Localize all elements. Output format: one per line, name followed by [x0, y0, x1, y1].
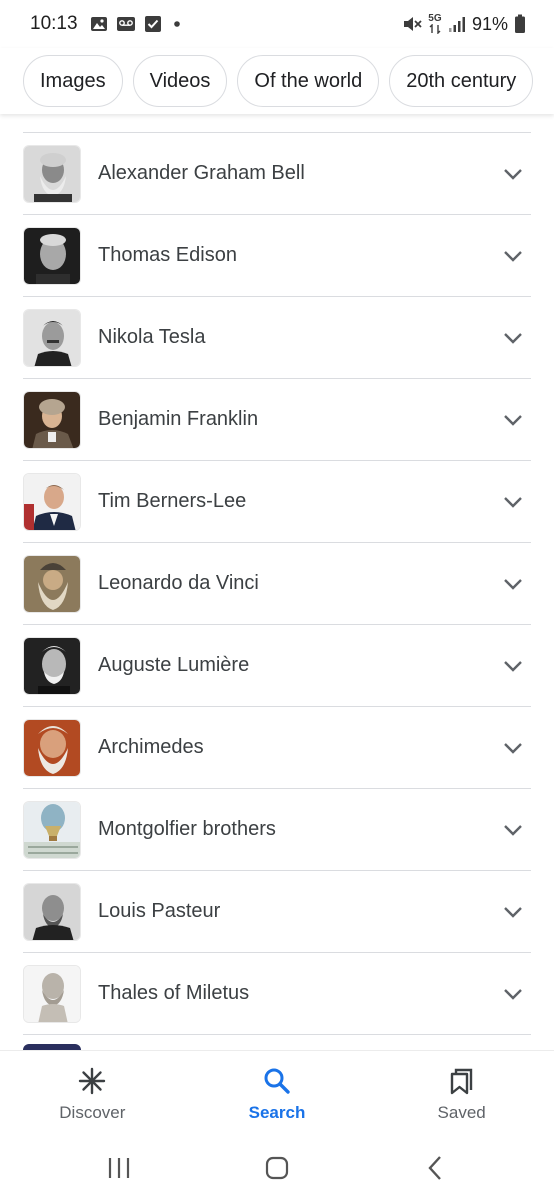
- result-name: Nikola Tesla: [98, 326, 206, 348]
- chevron-down-icon[interactable]: [501, 900, 525, 924]
- nav-label: Saved: [437, 1102, 486, 1122]
- portrait-thumbnail: [23, 472, 81, 531]
- nav-saved[interactable]: Saved: [382, 1065, 542, 1123]
- list-item[interactable]: Nikola Tesla: [23, 297, 531, 379]
- system-navigation-bar: [0, 1136, 554, 1200]
- battery-icon: [514, 14, 526, 34]
- result-name: Leonardo da Vinci: [98, 572, 259, 594]
- search-results-screen: 10:13 5G 91% Images Videos Of the world …: [0, 0, 554, 1200]
- battery-percent: 91%: [471, 13, 508, 34]
- result-name: Montgolfier brothers: [98, 818, 276, 840]
- portrait-thumbnail: [23, 718, 81, 777]
- status-bar: 10:13 5G 91%: [0, 0, 554, 48]
- chip-label: Videos: [149, 69, 211, 92]
- result-name: Alexander Graham Bell: [98, 162, 305, 184]
- chevron-down-icon[interactable]: [501, 654, 525, 678]
- list-item[interactable]: Auguste Lumière: [23, 625, 531, 707]
- result-name: Louis Pasteur: [98, 900, 221, 922]
- gallery-notification-icon: [90, 15, 108, 33]
- recent-apps-icon[interactable]: [89, 1148, 149, 1188]
- task-check-icon: [144, 15, 162, 33]
- result-name: Benjamin Franklin: [98, 408, 259, 430]
- result-name: Auguste Lumière: [98, 654, 250, 676]
- chevron-down-icon[interactable]: [501, 982, 525, 1006]
- status-right: 5G 91%: [402, 14, 526, 35]
- asterisk-icon: [77, 1065, 107, 1097]
- bookmarks-icon: [447, 1065, 477, 1097]
- list-item[interactable]: Benjamin Franklin: [23, 379, 531, 461]
- nav-label: Discover: [59, 1102, 126, 1122]
- mute-icon: [402, 15, 422, 33]
- list-item[interactable]: Leonardo da Vinci: [23, 543, 531, 625]
- voicemail-notification-icon: [116, 15, 136, 33]
- chevron-down-icon[interactable]: [501, 326, 525, 350]
- list-item[interactable]: Alexander Graham Bell: [23, 133, 531, 215]
- bust-thumbnail: [23, 964, 81, 1023]
- more-notifications-dot-icon: [170, 17, 184, 31]
- list-item[interactable]: Thales of Miletus: [23, 953, 531, 1035]
- signal-strength-icon: [448, 15, 466, 33]
- chevron-down-icon[interactable]: [501, 818, 525, 842]
- list-item[interactable]: Thomas Edison: [23, 215, 531, 297]
- search-icon: [262, 1065, 292, 1097]
- status-left: 10:13: [30, 13, 184, 35]
- chip-label: Of the world: [254, 69, 363, 92]
- balloon-illustration-thumbnail: [23, 800, 81, 859]
- result-name: Archimedes: [98, 736, 204, 758]
- home-icon[interactable]: [247, 1148, 307, 1188]
- nav-label: Search: [248, 1102, 306, 1122]
- chevron-down-icon[interactable]: [501, 736, 525, 760]
- result-name: Thomas Edison: [98, 244, 237, 266]
- result-name: Tim Berners-Lee: [98, 490, 247, 512]
- chip-images[interactable]: Images: [23, 55, 123, 107]
- list-item[interactable]: Louis Pasteur: [23, 871, 531, 953]
- portrait-thumbnail: [23, 144, 81, 203]
- list-item[interactable]: Montgolfier brothers: [23, 789, 531, 871]
- network-5g-icon: 5G: [428, 14, 442, 34]
- chip-label: 20th century: [406, 69, 517, 92]
- portrait-thumbnail: [23, 226, 81, 285]
- bottom-navigation: Discover Search Saved: [0, 1050, 554, 1136]
- chip-videos[interactable]: Videos: [132, 55, 228, 107]
- status-time: 10:13: [30, 13, 78, 34]
- chevron-down-icon[interactable]: [501, 490, 525, 514]
- nav-discover[interactable]: Discover: [12, 1065, 172, 1123]
- filter-chip-row: Images Videos Of the world 20th century: [0, 48, 554, 114]
- portrait-thumbnail: [23, 636, 81, 695]
- portrait-thumbnail: [23, 882, 81, 941]
- back-icon[interactable]: [405, 1148, 465, 1188]
- portrait-thumbnail: [23, 554, 81, 613]
- chip-20th-century[interactable]: 20th century: [389, 55, 534, 107]
- nav-search[interactable]: Search: [197, 1065, 357, 1123]
- chevron-down-icon[interactable]: [501, 244, 525, 268]
- chip-label: Images: [40, 69, 106, 92]
- chevron-down-icon[interactable]: [501, 408, 525, 432]
- list-item[interactable]: Archimedes: [23, 707, 531, 789]
- portrait-thumbnail: [23, 390, 81, 449]
- chevron-down-icon[interactable]: [501, 162, 525, 186]
- list-item[interactable]: Tim Berners-Lee: [23, 461, 531, 543]
- result-name: Thales of Miletus: [98, 982, 250, 1004]
- portrait-thumbnail: [23, 308, 81, 367]
- chip-of-the-world[interactable]: Of the world: [237, 55, 380, 107]
- result-list: Alexander Graham Bell Thomas Edison Niko…: [0, 114, 554, 1050]
- network-label: 5G: [428, 13, 442, 24]
- chevron-down-icon[interactable]: [501, 572, 525, 596]
